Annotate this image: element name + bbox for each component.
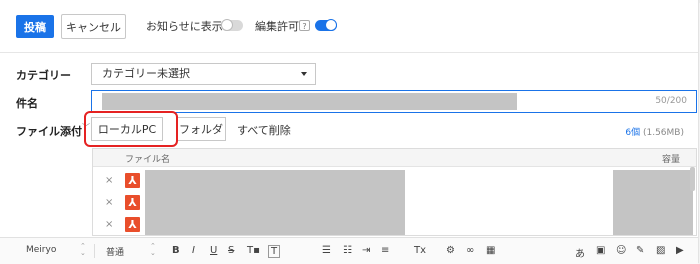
edit-permission-toggle[interactable] <box>315 19 337 31</box>
category-label: カテゴリー <box>16 69 71 82</box>
translate-icon[interactable]: あ <box>575 245 585 260</box>
remove-file-button[interactable]: × <box>105 197 113 208</box>
pdf-icon: ⅄ <box>125 195 140 210</box>
remove-file-button[interactable]: × <box>105 219 113 230</box>
font-select-arrows-icon: ⌃ ⌄ <box>80 242 86 257</box>
numbered-list-icon[interactable]: ☷ <box>343 245 352 256</box>
title-input[interactable]: 50/200 <box>91 90 697 113</box>
italic-button[interactable]: I <box>192 245 195 256</box>
text-background-icon[interactable]: T <box>268 245 281 258</box>
column-filename: ファイル名 <box>125 155 171 165</box>
attach-label: ファイル添付 <box>16 125 82 138</box>
indent-icon[interactable]: ⇥ <box>362 245 370 256</box>
link-icon[interactable]: ∞ <box>466 245 474 256</box>
help-icon[interactable]: ? <box>299 20 310 31</box>
file-count: 6個 (1.56MB) <box>625 125 684 138</box>
file-table: ファイル名 容量 × ⅄ × ⅄ × ⅄ <box>92 148 697 236</box>
divider <box>0 52 698 53</box>
folder-button[interactable]: フォルダ <box>176 117 226 141</box>
title-label: 件名 <box>16 97 38 110</box>
clear-format-button[interactable]: Tx <box>414 245 426 256</box>
title-char-counter: 50/200 <box>655 96 687 106</box>
image-edit-icon[interactable]: ✎ <box>636 245 644 256</box>
size-select[interactable]: 普通 <box>106 245 124 258</box>
table-icon[interactable]: ▦ <box>486 245 495 256</box>
font-select[interactable]: Meiryo <box>26 245 56 255</box>
strike-button[interactable]: S <box>228 245 234 256</box>
image-icon[interactable]: ▨ <box>656 245 665 256</box>
table-scrollbar[interactable] <box>690 167 695 191</box>
delete-all-button[interactable]: すべて削除 <box>237 122 291 138</box>
column-size: 容量 <box>661 155 680 165</box>
text-color-icon[interactable]: T▪ <box>247 245 260 256</box>
redacted-filenames <box>145 170 405 235</box>
cancel-button[interactable]: キャンセル <box>61 14 126 39</box>
pdf-icon: ⅄ <box>125 173 140 188</box>
category-select[interactable]: カテゴリー未選択 <box>91 63 316 85</box>
editor-toolbar: Meiryo ⌃ ⌄ 普通 ⌃ ⌄ B I U S T▪ T ☰ ☷ ⇥ ≡ Tx … <box>0 237 698 264</box>
template-icon[interactable]: ▣ <box>596 245 605 256</box>
caret-down-icon <box>301 72 307 76</box>
redacted-title <box>102 93 517 110</box>
emoji-icon[interactable]: ☺ <box>616 245 626 256</box>
pdf-icon: ⅄ <box>125 217 140 232</box>
edit-permission-label: 編集許可 <box>255 20 299 33</box>
special-char-icon[interactable]: ⚙ <box>446 245 455 256</box>
category-value: カテゴリー未選択 <box>102 67 190 80</box>
notice-toggle-label: お知らせに表示 <box>146 20 223 33</box>
post-editor: 投稿 キャンセル お知らせに表示 編集許可 ? カテゴリー カテゴリー未選択 件… <box>0 0 699 264</box>
file-count-value: 6個 <box>625 128 641 138</box>
file-size-value: (1.56MB) <box>642 128 684 138</box>
separator <box>94 244 95 258</box>
redacted-sizes <box>613 170 693 235</box>
post-button[interactable]: 投稿 <box>16 15 54 38</box>
align-icon[interactable]: ≡ <box>381 245 389 256</box>
remove-file-button[interactable]: × <box>105 175 113 186</box>
table-header: ファイル名 容量 <box>93 149 696 167</box>
bold-button[interactable]: B <box>172 245 180 256</box>
size-select-arrows-icon: ⌃ ⌄ <box>150 242 156 257</box>
bullet-list-icon[interactable]: ☰ <box>322 245 331 256</box>
underline-button[interactable]: U <box>210 245 217 256</box>
video-icon[interactable]: ▶ <box>676 245 684 256</box>
highlight-annotation <box>84 111 178 147</box>
notice-toggle[interactable] <box>221 19 243 31</box>
